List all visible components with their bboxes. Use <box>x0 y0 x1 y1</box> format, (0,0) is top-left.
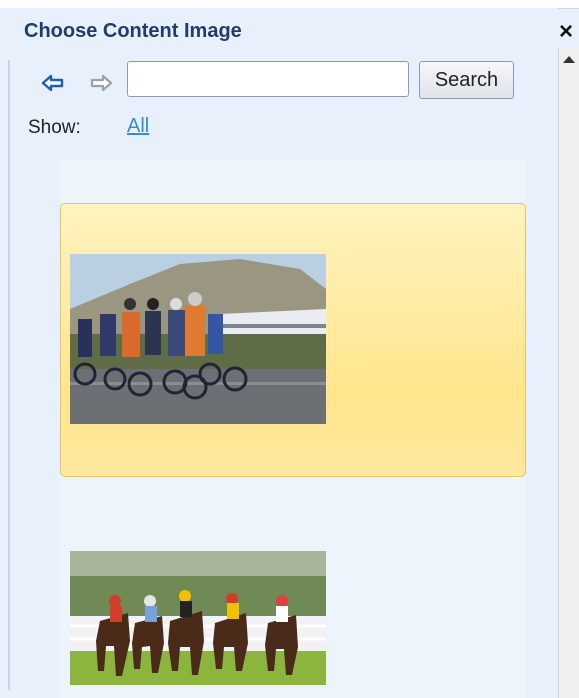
panel-title: Choose Content Image <box>24 20 242 42</box>
forward-arrow-icon[interactable] <box>88 70 114 96</box>
cyclists-racing-photo[interactable] <box>70 254 326 424</box>
show-all-link[interactable]: All <box>127 115 149 138</box>
vertical-scrollbar[interactable] <box>558 48 579 698</box>
show-label: Show: <box>28 117 81 138</box>
back-arrow-icon[interactable] <box>40 70 66 96</box>
close-button[interactable]: × <box>559 18 579 46</box>
horse-racing-photo[interactable] <box>70 551 326 685</box>
pane-divider <box>8 60 10 690</box>
search-input[interactable] <box>127 61 409 97</box>
scroll-up-arrow-icon[interactable] <box>563 56 575 63</box>
search-button[interactable]: Search <box>419 61 514 99</box>
